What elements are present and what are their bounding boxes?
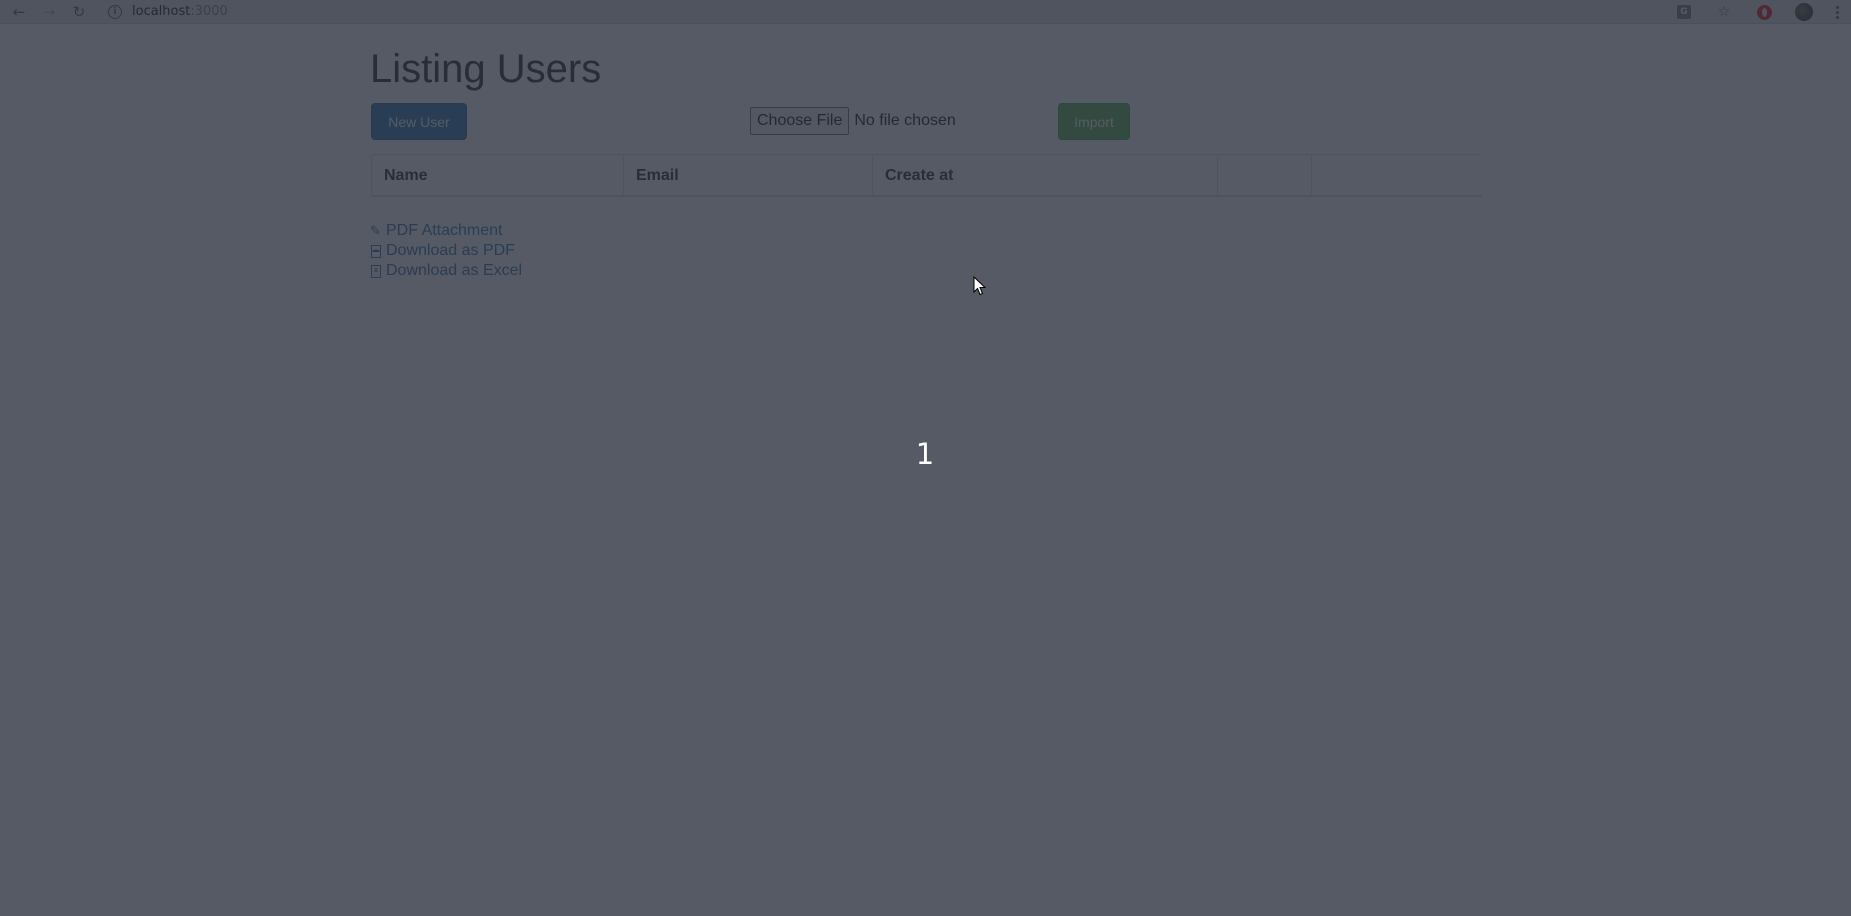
paperclip-icon: ✎ bbox=[370, 223, 381, 239]
pdf-attachment-link[interactable]: ✎ PDF Attachment bbox=[370, 221, 522, 241]
address-bar[interactable]: i localhost:3000 bbox=[108, 1, 1728, 22]
pdf-file-icon: ▬ bbox=[371, 244, 381, 258]
reload-icon[interactable]: ↻ bbox=[68, 1, 90, 23]
choose-file-button[interactable]: Choose File bbox=[750, 107, 850, 135]
url-port: :3000 bbox=[190, 4, 228, 19]
download-excel-link[interactable]: x Download as Excel bbox=[370, 261, 522, 281]
download-pdf-link[interactable]: ▬ Download as PDF bbox=[370, 241, 522, 261]
column-header-name: Name bbox=[371, 155, 623, 196]
file-input[interactable]: Choose File No file chosen bbox=[750, 107, 956, 135]
kebab-menu-icon[interactable] bbox=[1835, 5, 1839, 20]
forward-arrow-icon[interactable]: → bbox=[38, 1, 60, 23]
url-host: localhost bbox=[132, 4, 191, 19]
column-header-create-at: Create at bbox=[872, 155, 1217, 196]
column-header-actions bbox=[1217, 155, 1312, 196]
pdf-attachment-label: PDF Attachment bbox=[386, 222, 503, 239]
opera-icon[interactable] bbox=[1755, 3, 1773, 21]
download-pdf-label: Download as PDF bbox=[386, 242, 515, 259]
avatar-icon[interactable] bbox=[1795, 3, 1813, 21]
export-links: ✎ PDF Attachment ▬ Download as PDF x Dow… bbox=[370, 221, 522, 281]
browser-actions: G ☆ bbox=[1675, 0, 1851, 24]
step-number: 1 bbox=[915, 437, 935, 471]
mouse-cursor-icon bbox=[973, 276, 987, 296]
new-user-button[interactable]: New User bbox=[371, 103, 467, 140]
excel-file-icon: x bbox=[371, 264, 381, 278]
import-button[interactable]: Import bbox=[1058, 103, 1130, 140]
browser-toolbar: ← → ↻ i localhost:3000 G ☆ bbox=[0, 0, 1851, 24]
column-header-email: Email bbox=[623, 155, 872, 196]
file-status-text: No file chosen bbox=[854, 112, 956, 129]
page-title: Listing Users bbox=[370, 47, 602, 91]
users-table: Name Email Create at bbox=[371, 154, 1482, 197]
translate-icon[interactable]: G bbox=[1675, 3, 1693, 21]
star-icon[interactable]: ☆ bbox=[1715, 3, 1733, 21]
info-icon[interactable]: i bbox=[108, 4, 122, 19]
download-excel-label: Download as Excel bbox=[386, 262, 523, 279]
back-arrow-icon[interactable]: ← bbox=[8, 1, 30, 23]
